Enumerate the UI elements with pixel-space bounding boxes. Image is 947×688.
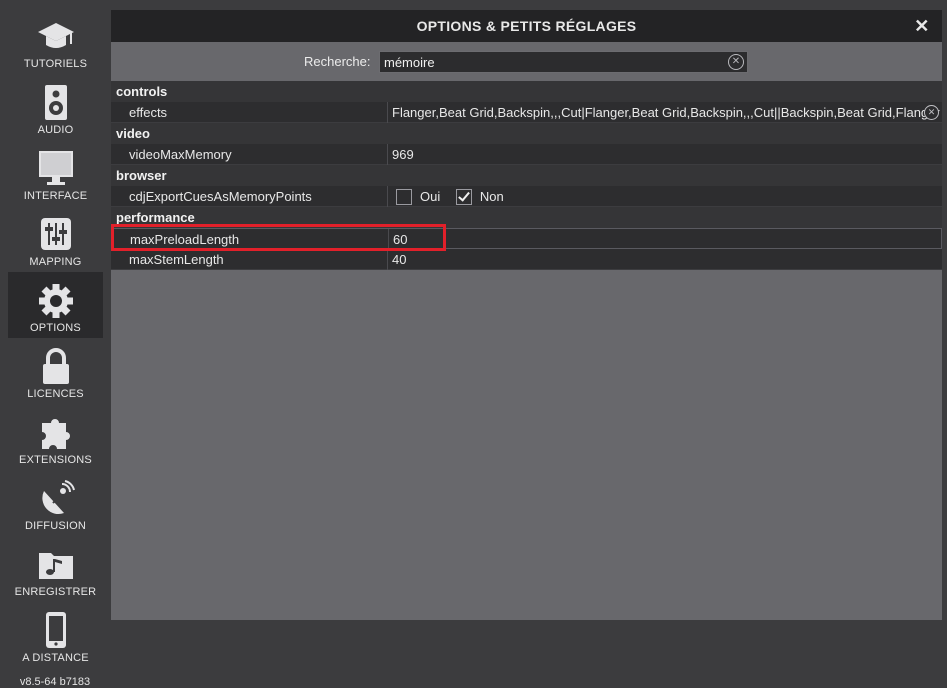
non-label: Non [479,189,504,204]
options-table: controls effects Flanger,Beat Grid,Backs… [111,81,942,270]
dialog-title: OPTIONS & PETITS RÉGLAGES [416,18,637,34]
option-name: videoMaxMemory [129,147,232,162]
oui-label: Oui [420,189,441,204]
dialog-titlebar: OPTIONS & PETITS RÉGLAGES ✕ [111,10,942,42]
option-value-field[interactable]: 60 [388,229,943,250]
gear-icon [38,284,73,318]
option-name: maxStemLength [129,252,224,267]
puzzle-icon [41,419,70,449]
lock-icon [42,348,69,384]
option-row-maxstemlength[interactable]: maxStemLength 40 [111,249,942,270]
option-row-videomaxmemory[interactable]: videoMaxMemory 969 [111,144,942,165]
sidebar-item-label: DIFFUSION [24,520,87,532]
sidebar-item-enregistrer[interactable]: ENREGISTRER [8,536,103,602]
search-row: Recherche: ✕ [111,51,942,73]
sidebar-item-label: AUDIO [37,124,74,136]
option-value-field[interactable]: 40 [387,249,942,270]
option-value: 60 [393,232,408,247]
sidebar-item-audio[interactable]: AUDIO [8,74,103,140]
clear-value-icon[interactable]: ✕ [924,105,939,120]
option-value-field[interactable]: Flanger,Beat Grid,Backspin,,,Cut|Flanger… [387,102,942,123]
sidebar-item-label: INTERFACE [23,190,88,202]
smartphone-icon [45,612,66,648]
sidebar-item-label: A DISTANCE [22,652,89,664]
sidebar-item-tutoriels[interactable]: TUTORIELS [8,8,103,74]
speaker-icon [44,85,67,120]
close-icon[interactable]: ✕ [912,15,932,37]
sidebar-item-label: ENREGISTRER [14,586,97,598]
category-header-browser: browser [111,165,942,186]
monitor-icon [38,151,73,185]
sidebar-item-diffusion[interactable]: DIFFUSION [8,470,103,536]
oui-checkbox[interactable] [396,188,412,205]
version-label: v8.5-64 b7183 [19,676,91,688]
music-folder-icon [38,553,73,579]
sidebar-item-a-distance[interactable]: A DISTANCE [8,602,103,668]
option-value-field: Oui Non [387,186,942,207]
option-value: 40 [392,252,407,267]
sidebar: TUTORIELS AUDIO INTERFACE MAPPING OPTION… [0,0,110,688]
sidebar-item-label: MAPPING [29,256,82,268]
search-label: Recherche: [304,54,371,69]
option-value: Flanger,Beat Grid,Backspin,,,Cut|Flanger… [392,105,940,120]
sidebar-item-extensions[interactable]: EXTENSIONS [8,404,103,470]
sidebar-item-label: OPTIONS [30,322,81,334]
category-header-controls: controls [111,81,942,102]
option-name: effects [129,105,168,120]
option-row-effects[interactable]: effects Flanger,Beat Grid,Backspin,,,Cut… [111,102,942,123]
sidebar-item-interface[interactable]: INTERFACE [8,140,103,206]
option-row-maxpreloadlength[interactable]: maxPreloadLength 60 [111,228,943,250]
sidebar-item-label: EXTENSIONS [19,454,92,466]
non-checkbox[interactable] [455,188,472,205]
option-row-cdjexportcues[interactable]: cdjExportCuesAsMemoryPoints Oui Non [111,186,942,207]
clear-search-icon[interactable]: ✕ [728,54,744,70]
search-input[interactable] [379,51,748,73]
sidebar-item-mapping[interactable]: MAPPING [8,206,103,272]
category-header-video: video [111,123,942,144]
option-name: maxPreloadLength [130,232,240,247]
sidebar-item-label: LICENCES [27,388,84,400]
option-name: cdjExportCuesAsMemoryPoints [129,189,312,204]
sidebar-item-options[interactable]: OPTIONS [8,272,103,338]
sidebar-item-licences[interactable]: LICENCES [8,338,103,404]
graduation-cap-icon [37,23,74,48]
sliders-icon [40,218,71,250]
category-header-performance: performance [111,207,942,228]
option-value-field[interactable]: 969 [387,144,942,165]
sidebar-item-label: TUTORIELS [23,58,88,70]
option-value: 969 [392,147,414,162]
satellite-dish-icon [41,480,75,515]
